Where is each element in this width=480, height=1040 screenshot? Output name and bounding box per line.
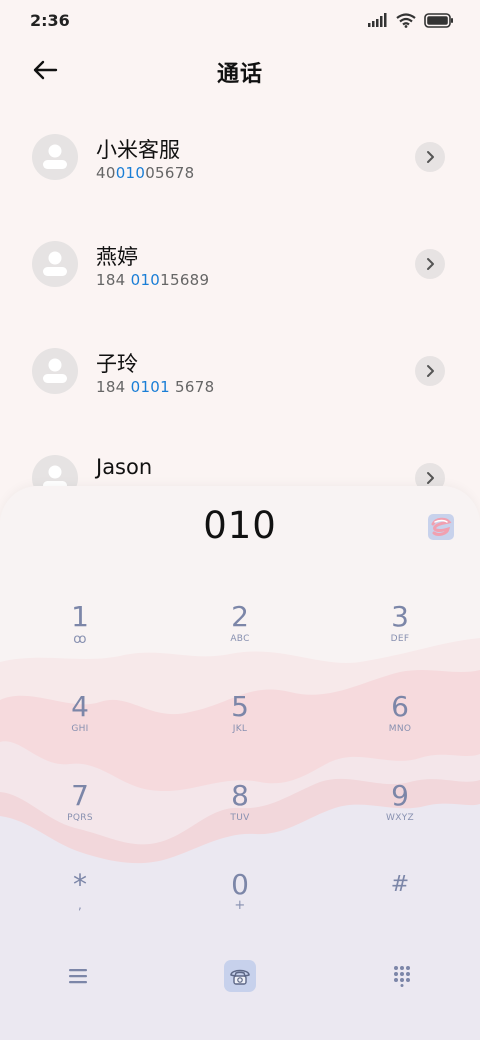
number-prefix: 184: [96, 378, 131, 396]
contact-name: 小米客服: [96, 138, 180, 162]
person-icon: [43, 358, 67, 383]
number-suffix: 5678: [169, 378, 215, 396]
number-match: 010: [115, 164, 146, 182]
key-digit: 2: [231, 600, 249, 633]
contact-list: 小米客服 4001005678 燕婷 184 01015689 子玲 184 0…: [0, 104, 480, 532]
key-letters: MNO: [388, 724, 412, 734]
key-3[interactable]: 3 DEF: [340, 590, 460, 670]
key-digit: 7: [71, 779, 89, 812]
key-6[interactable]: 6 MNO: [340, 680, 460, 760]
number-suffix: 15689: [160, 271, 210, 289]
key-4[interactable]: 4 GHI: [20, 680, 140, 760]
chevron-right-icon: [427, 258, 434, 270]
number-match: 0101: [130, 378, 170, 396]
number-match: 010: [130, 271, 161, 289]
sticker-button[interactable]: [428, 514, 454, 540]
key-digit: 9: [391, 779, 409, 812]
key-digit: #: [390, 872, 410, 897]
number-prefix: 184: [96, 271, 131, 289]
key-digit: 4: [71, 690, 89, 723]
contact-number: 184 0101 5678: [96, 378, 214, 396]
contact-name: 子玲: [96, 352, 138, 376]
chevron-right-icon: [427, 365, 434, 377]
menu-button[interactable]: [56, 956, 100, 996]
key-star[interactable]: * ,: [20, 858, 140, 938]
dialed-number-display[interactable]: 010: [0, 504, 480, 547]
key-9[interactable]: 9 WXYZ: [340, 769, 460, 849]
wifi-icon: [396, 12, 416, 28]
avatar: [32, 348, 78, 394]
header: 通话: [0, 46, 480, 94]
key-digit: *: [73, 868, 87, 901]
status-icons: [368, 12, 454, 28]
contact-detail-button[interactable]: [415, 142, 445, 172]
key-2[interactable]: 2 ABC: [180, 590, 300, 670]
contact-number: 184 01015689: [96, 271, 209, 289]
key-7[interactable]: 7 PQRS: [20, 769, 140, 849]
key-letters: TUV: [230, 813, 250, 823]
person-icon: [43, 251, 67, 276]
key-digit: 0: [231, 868, 249, 901]
key-letters: ,: [77, 898, 83, 912]
key-letters: DEF: [390, 634, 410, 644]
status-time: 2:36: [30, 10, 70, 30]
key-digit: 5: [231, 690, 249, 723]
dialer-panel: 010 1 ꝏ 2 ABC 3 DEF 4 GHI 5 JKL 6 MNO 7 …: [0, 486, 480, 1040]
contact-row[interactable]: 燕婷 184 01015689: [0, 211, 480, 318]
menu-icon: [69, 969, 87, 984]
key-digit: 8: [231, 779, 249, 812]
chevron-right-icon: [427, 472, 434, 484]
call-button[interactable]: [224, 960, 256, 992]
key-letters: JKL: [232, 724, 248, 734]
key-letters: PQRS: [67, 813, 93, 823]
contact-row[interactable]: 子玲 184 0101 5678: [0, 318, 480, 425]
signal-icon: [368, 13, 387, 27]
battery-icon: [424, 12, 453, 28]
keypad-toggle-button[interactable]: [380, 956, 424, 996]
chevron-right-icon: [427, 151, 434, 163]
key-5[interactable]: 5 JKL: [180, 680, 300, 760]
page-title: 通话: [216, 62, 263, 87]
key-hash[interactable]: #: [340, 858, 460, 938]
avatar: [32, 241, 78, 287]
key-1[interactable]: 1 ꝏ: [20, 590, 140, 670]
key-digit: 6: [391, 690, 409, 723]
keypad-grid-icon: [394, 966, 410, 987]
person-icon: [43, 144, 67, 169]
phone-call-icon: [230, 969, 250, 985]
key-letters: GHI: [71, 724, 89, 734]
key-letters: WXYZ: [386, 813, 414, 823]
contact-name: Jason: [96, 455, 153, 479]
key-0[interactable]: 0 +: [180, 858, 300, 938]
contact-detail-button[interactable]: [415, 356, 445, 386]
voicemail-icon: ꝏ: [73, 632, 87, 647]
number-prefix: 40: [96, 164, 116, 182]
key-letters: +: [234, 898, 246, 913]
sticker-icon: [431, 517, 452, 536]
contact-detail-button[interactable]: [415, 249, 445, 279]
contact-number: 4001005678: [96, 164, 194, 182]
contact-name: 燕婷: [96, 245, 138, 269]
status-bar: 2:36: [0, 0, 480, 40]
key-letters: ABC: [230, 634, 250, 644]
key-8[interactable]: 8 TUV: [180, 769, 300, 849]
number-suffix: 05678: [145, 164, 195, 182]
avatar: [32, 134, 78, 180]
key-digit: 3: [391, 600, 409, 633]
contact-row[interactable]: 小米客服 4001005678: [0, 104, 480, 211]
key-digit: 1: [71, 600, 89, 633]
